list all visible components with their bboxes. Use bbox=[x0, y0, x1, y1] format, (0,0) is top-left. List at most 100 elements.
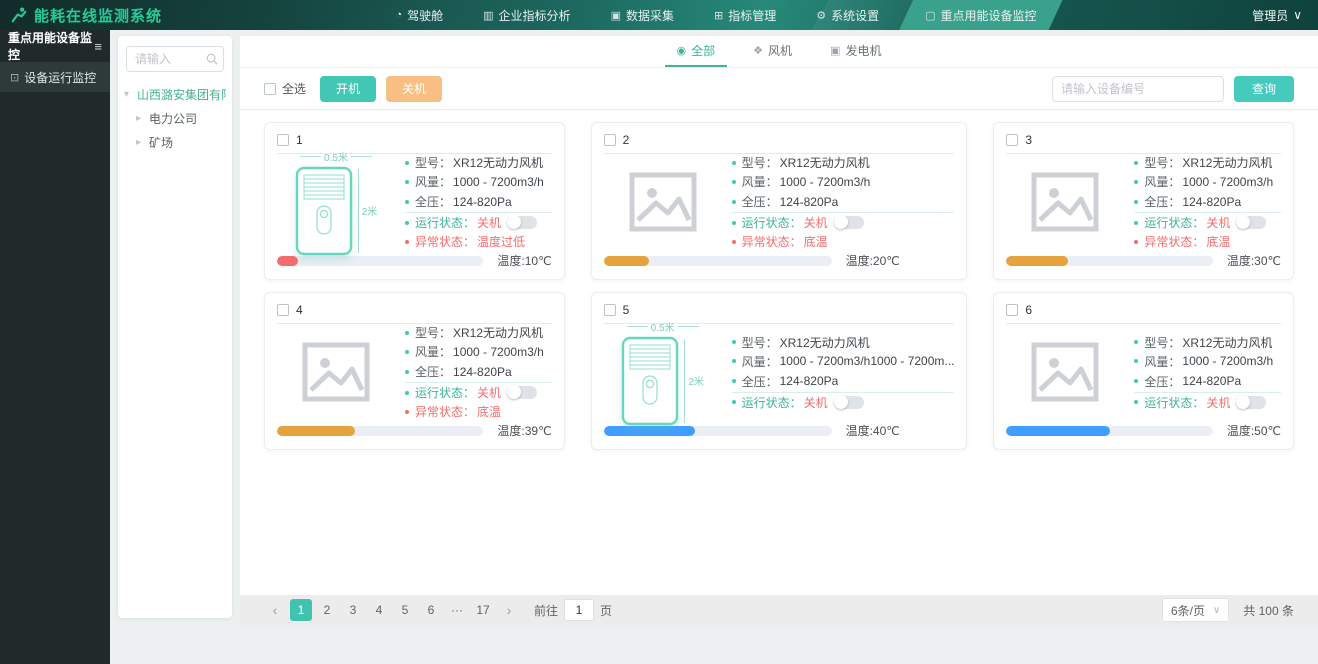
power-toggle[interactable] bbox=[507, 215, 538, 229]
fan-device-drawing bbox=[622, 336, 679, 425]
bullet-icon bbox=[405, 390, 409, 395]
pressure-value: 124-820Pa bbox=[1182, 374, 1242, 388]
device-type-tab[interactable]: ◉ 全部 bbox=[664, 36, 728, 67]
top-menu-item[interactable]: ▢ 重点用能设备监控 bbox=[899, 0, 1062, 30]
width-dimension: 0.5米 bbox=[300, 149, 372, 164]
top-menu-item[interactable]: ◔ 驾驶舱 bbox=[375, 0, 463, 30]
page-size-select[interactable]: 6条/页 ∨ bbox=[1161, 598, 1230, 622]
picture-icon bbox=[1031, 172, 1099, 232]
pressure-label: 全压： bbox=[1144, 195, 1181, 209]
temperature-progress-track bbox=[1006, 425, 1213, 436]
run-state-value: 关机 bbox=[803, 216, 828, 230]
prev-page-button[interactable]: ‹ bbox=[264, 599, 286, 621]
tab-label: 风机 bbox=[768, 44, 793, 58]
page-button[interactable]: 5 bbox=[394, 599, 416, 621]
page-button[interactable]: 3 bbox=[342, 599, 364, 621]
model-label: 型号： bbox=[741, 156, 778, 170]
tree-expand-icon[interactable]: ▸ bbox=[136, 113, 146, 124]
temperature-progress-track bbox=[277, 255, 484, 266]
top-menu-item[interactable]: ▣ 数据采集 bbox=[591, 0, 694, 30]
height-dimension-label: 2米 bbox=[688, 377, 704, 388]
tree-node-power-company[interactable]: ▸ 电力公司 bbox=[124, 106, 226, 130]
menu-item-label: 指标管理 bbox=[728, 8, 777, 23]
airflow-value: 1000 - 7200m3/h bbox=[1182, 354, 1274, 368]
card-footer: 温度:39℃ bbox=[277, 420, 552, 439]
bullet-icon bbox=[731, 340, 736, 344]
power-toggle[interactable] bbox=[1236, 215, 1267, 229]
bullet-icon bbox=[1134, 199, 1139, 204]
power-toggle[interactable] bbox=[507, 385, 538, 399]
bullet-icon bbox=[405, 220, 409, 225]
abnormal-state-value: 底温 bbox=[477, 405, 502, 419]
device-id-input[interactable] bbox=[1051, 75, 1224, 102]
tree-node-company[interactable]: ▾ 山西潞安集团有限公司 bbox=[124, 82, 226, 106]
page-button[interactable]: 4 bbox=[368, 599, 390, 621]
select-all-checkbox[interactable] bbox=[264, 82, 276, 95]
model-label: 型号： bbox=[1144, 335, 1181, 350]
card-footer: 温度:20℃ bbox=[603, 250, 955, 269]
abnormal-state-label: 异常状态： bbox=[1144, 235, 1205, 249]
bullet-icon bbox=[1134, 400, 1139, 404]
device-checkbox[interactable] bbox=[277, 134, 289, 146]
collapse-icon[interactable]: ≡ bbox=[94, 39, 102, 54]
width-dimension-label: 0.5米 bbox=[650, 322, 675, 334]
tree-search bbox=[126, 46, 224, 72]
menu-item-label: 系统设置 bbox=[831, 8, 880, 23]
device-type-tabs: ◉ 全部 ❖ 风机 ▣ 发电机 bbox=[240, 36, 1318, 68]
sidebar-header: 重点用能设备监控 ≡ bbox=[0, 30, 110, 62]
bullet-icon bbox=[731, 220, 736, 225]
run-state-label: 运行状态： bbox=[741, 216, 802, 230]
pressure-label: 全压： bbox=[741, 374, 778, 389]
device-checkbox[interactable] bbox=[1006, 134, 1019, 146]
device-checkbox[interactable] bbox=[603, 134, 616, 146]
sidebar-item-device-monitor[interactable]: ⊡ 设备运行监控 bbox=[0, 62, 110, 92]
app-title: 能耗在线监测系统 bbox=[34, 7, 163, 25]
image-placeholder bbox=[604, 172, 722, 232]
tab-icon: ◉ bbox=[676, 45, 687, 57]
airflow-label: 风量： bbox=[415, 345, 452, 359]
goto-page-input[interactable] bbox=[564, 599, 595, 621]
model-value: XR12无动力风机 bbox=[1182, 335, 1273, 350]
page-button[interactable]: 17 bbox=[472, 599, 494, 621]
model-value: XR12无动力风机 bbox=[779, 156, 870, 170]
menu-item-label: 数据采集 bbox=[625, 8, 674, 23]
page-button[interactable]: 2 bbox=[316, 599, 338, 621]
power-off-button[interactable]: 关机 bbox=[386, 75, 443, 102]
tab-label: 发电机 bbox=[845, 44, 882, 58]
page-button[interactable]: 6 bbox=[420, 599, 442, 621]
tree-expand-icon[interactable]: ▸ bbox=[136, 137, 146, 148]
bullet-icon bbox=[1134, 359, 1139, 363]
user-menu[interactable]: 管理员 ∨ bbox=[1188, 7, 1318, 24]
model-label: 型号： bbox=[1144, 156, 1181, 170]
device-checkbox[interactable] bbox=[277, 304, 289, 316]
menu-item-label: 驾驶舱 bbox=[407, 8, 444, 23]
top-menu-item[interactable]: ⊞ 指标管理 bbox=[694, 0, 796, 30]
top-menu-item[interactable]: ⚙ 系统设置 bbox=[796, 0, 899, 30]
tree-node-label: 山西潞安集团有限公司 bbox=[137, 87, 226, 102]
page-button[interactable]: ··· bbox=[446, 599, 468, 621]
device-type-tab[interactable]: ❖ 风机 bbox=[741, 36, 804, 67]
bullet-icon bbox=[405, 330, 409, 335]
top-menu-item[interactable]: ▥ 企业指标分析 bbox=[463, 0, 590, 30]
device-checkbox[interactable] bbox=[603, 304, 616, 316]
device-type-tab[interactable]: ▣ 发电机 bbox=[818, 36, 893, 67]
power-on-button[interactable]: 开机 bbox=[320, 75, 377, 102]
next-page-button[interactable]: › bbox=[498, 599, 520, 621]
page-button[interactable]: 1 bbox=[290, 599, 312, 621]
device-info: 型号： XR12无动力风机 风量： 1000 - 7200m3/h1000 - … bbox=[731, 333, 955, 412]
tree-expand-icon[interactable]: ▾ bbox=[124, 89, 134, 100]
device-info: 型号： XR12无动力风机 风量： 1000 - 7200m3/h 全压： 12… bbox=[1134, 153, 1281, 251]
width-dimension: 0.5米 bbox=[626, 319, 699, 334]
power-toggle[interactable] bbox=[833, 394, 864, 409]
tree-node-mine[interactable]: ▸ 矿场 bbox=[124, 130, 226, 154]
power-toggle[interactable] bbox=[833, 215, 864, 229]
device-checkbox[interactable] bbox=[1006, 304, 1019, 316]
device-info: 型号： XR12无动力风机 风量： 1000 - 7200m3/h 全压： 12… bbox=[731, 153, 955, 251]
menu-item-icon: ⚙ bbox=[816, 9, 827, 22]
bullet-icon bbox=[1134, 340, 1139, 344]
bullet-icon bbox=[1134, 160, 1139, 165]
query-button[interactable]: 查询 bbox=[1233, 75, 1294, 102]
airflow-label: 风量： bbox=[1144, 354, 1181, 369]
select-all-label: 全选 bbox=[282, 82, 307, 96]
power-toggle[interactable] bbox=[1236, 394, 1267, 409]
